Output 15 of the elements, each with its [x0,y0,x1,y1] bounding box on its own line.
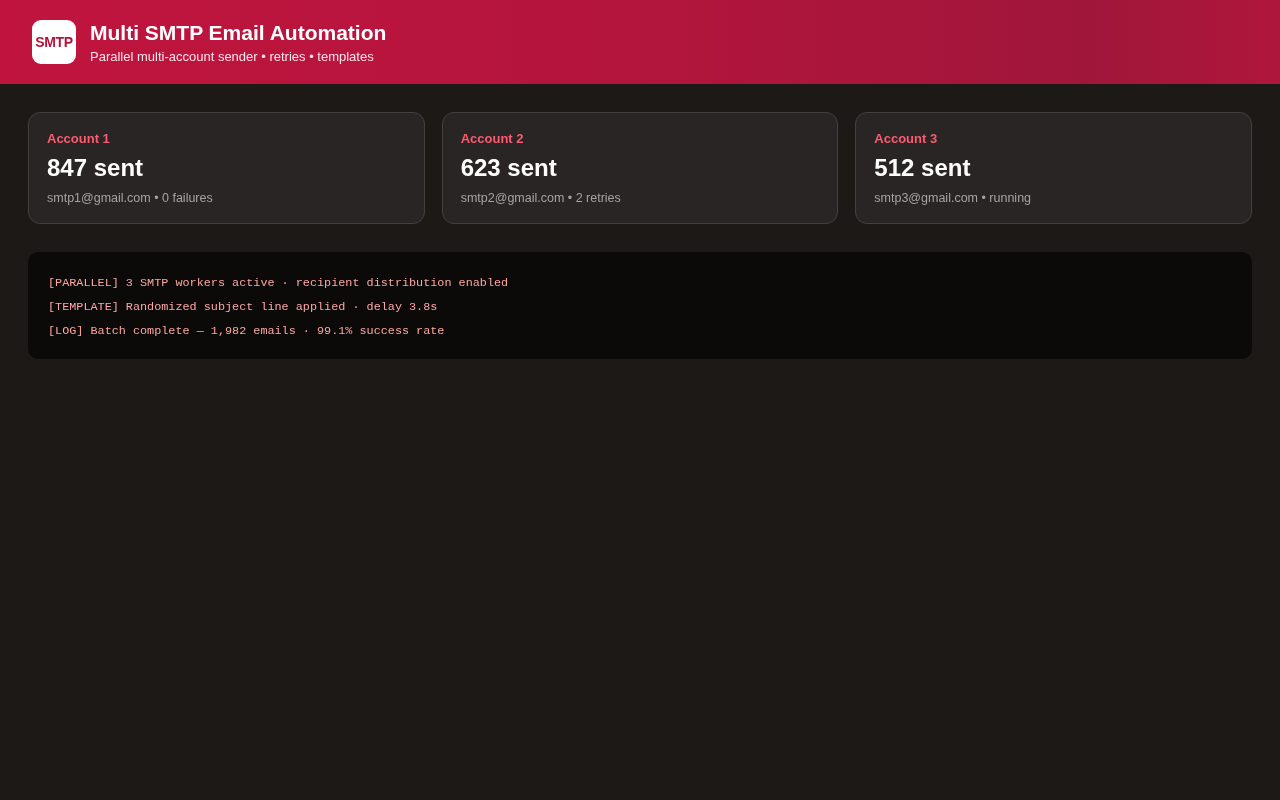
sent-count: 623 sent [460,154,558,182]
app-logo: SMTP [32,20,76,64]
sent-count: 847 sent [47,154,145,182]
log-line: [PARALLEL] 3 SMTP workers active · recipient distribution enabled [48,275,510,291]
app-subtitle: Parallel multi-account sender • retries • templates [90,48,375,65]
log-line: [TEMPLATE] Randomized subject line applied · delay 3.8s [48,299,439,315]
account-label: Account 2 [460,131,525,147]
account-detail: smtp3@gmail.com • running [874,190,1033,206]
account-label: Account 3 [874,131,939,147]
log-line: [LOG] Batch complete — 1,982 emails · 99.1% success rate [48,323,446,339]
sent-count: 512 sent [874,154,972,182]
account-detail: smtp2@gmail.com • 2 retries [460,190,622,206]
account-label: Account 1 [47,131,111,147]
account-detail: smtp1@gmail.com • 0 failures [47,190,214,206]
app-title: Multi SMTP Email Automation [90,19,387,46]
